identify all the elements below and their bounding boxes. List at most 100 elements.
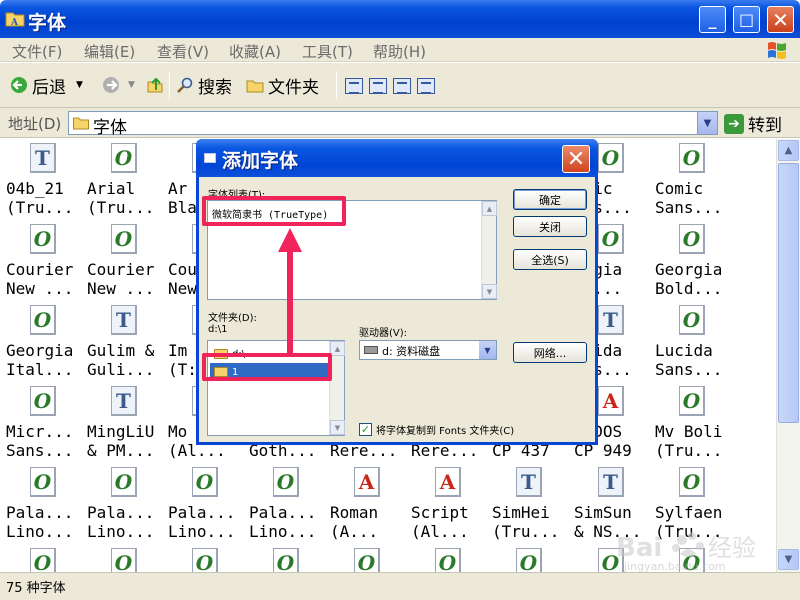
font-file-item[interactable]: O Georgia Bold... xyxy=(655,222,735,302)
svg-text:Bai: Bai xyxy=(616,533,662,563)
menu-view[interactable]: 查看(V) xyxy=(157,41,209,62)
opentype-font-icon: O xyxy=(435,548,461,572)
windows-logo-icon xyxy=(768,42,786,59)
truetype-font-icon: T xyxy=(111,386,137,416)
font-file-item[interactable]: O Courier New ... xyxy=(6,222,86,302)
font-file-item[interactable]: O Pala... Lino... xyxy=(249,465,329,545)
font-file-name-line2: (Tru... xyxy=(87,198,155,217)
back-button[interactable]: 后退 ▼ xyxy=(10,72,83,98)
go-button[interactable]: ➔ 转到 xyxy=(724,111,782,136)
address-value: 字体 xyxy=(93,118,127,138)
menu-edit[interactable]: 编辑(E) xyxy=(84,41,135,62)
font-file-item[interactable]: O Pala... Lino... xyxy=(6,465,86,545)
font-file-item[interactable]: O Lucida Sans... xyxy=(655,303,735,383)
menu-tools[interactable]: 工具(T) xyxy=(302,41,353,62)
font-file-name: Courier xyxy=(6,260,74,279)
back-dropdown-icon[interactable]: ▼ xyxy=(76,80,83,90)
folders-button[interactable]: 文件夹 xyxy=(246,72,319,98)
menu-bar: 文件(F) 编辑(E) 查看(V) 收藏(A) 工具(T) 帮助(H) xyxy=(0,38,800,62)
truetype-font-icon: T xyxy=(598,305,624,335)
font-file-name: Lucida xyxy=(655,341,713,360)
truetype-font-icon: T xyxy=(598,467,624,497)
go-label: 转到 xyxy=(748,116,782,136)
font-file-item[interactable]: O xyxy=(87,546,167,572)
select-all-button[interactable]: 全选(S) xyxy=(513,249,587,270)
details-view-icon[interactable] xyxy=(417,78,435,94)
opentype-font-icon: O xyxy=(30,548,56,572)
similarity-view-icon[interactable] xyxy=(393,78,411,94)
font-file-name: Micr... xyxy=(6,422,74,441)
copy-to-fonts-checkbox[interactable]: ✓ xyxy=(359,423,372,436)
font-file-item[interactable]: T SimHei (Tru... xyxy=(492,465,572,545)
opentype-font-icon: O xyxy=(598,143,624,173)
menu-file[interactable]: 文件(F) xyxy=(12,41,62,62)
drive-icon xyxy=(364,346,378,354)
font-file-item[interactable]: O xyxy=(249,546,329,572)
font-file-item[interactable]: O Pala... Lino... xyxy=(87,465,167,545)
font-file-item[interactable]: O Micr... Sans... xyxy=(6,384,86,464)
menu-favorites[interactable]: 收藏(A) xyxy=(229,41,281,62)
font-file-item[interactable]: A Script (Al... xyxy=(411,465,491,545)
copy-to-fonts-checkbox-row[interactable]: ✓ 将字体复制到 Fonts 文件夹(C) xyxy=(359,422,514,437)
font-file-item[interactable]: O Mv Boli (Tru... xyxy=(655,384,735,464)
font-file-name-line2: (A... xyxy=(330,522,379,541)
forward-button[interactable]: ▼ xyxy=(102,72,135,98)
font-file-item[interactable]: O xyxy=(411,546,491,572)
font-file-name: 04b_21 xyxy=(6,179,64,198)
maximize-button[interactable]: □ xyxy=(733,6,760,33)
font-file-item[interactable]: O Courier New ... xyxy=(87,222,167,302)
chevron-down-icon[interactable]: ▼ xyxy=(479,341,496,359)
font-file-name: Pala... xyxy=(87,503,155,522)
font-file-item[interactable]: O xyxy=(492,546,572,572)
font-file-item[interactable]: T MingLiU & PM... xyxy=(87,384,167,464)
dialog-close-text-button[interactable]: 关闭 xyxy=(513,216,587,237)
font-file-name: MingLiU xyxy=(87,422,155,441)
opentype-font-icon: O xyxy=(679,305,705,335)
minimize-button[interactable]: _ xyxy=(699,6,726,33)
scroll-down-icon[interactable]: ▼ xyxy=(482,284,497,299)
address-input[interactable]: 字体 ▼ xyxy=(68,111,718,138)
scroll-up-icon[interactable]: ▲ xyxy=(330,341,345,356)
font-file-item[interactable]: O Comic Sans... xyxy=(655,141,735,221)
ok-button[interactable]: 确定 xyxy=(513,189,587,210)
raster-font-icon: A xyxy=(354,467,380,497)
font-file-item[interactable]: A Roman (A... xyxy=(330,465,410,545)
address-label: 地址(D) xyxy=(8,115,62,133)
large-icons-view-icon[interactable] xyxy=(345,78,363,94)
font-file-item[interactable]: O Pala... Lino... xyxy=(168,465,248,545)
folders-icon xyxy=(246,80,264,93)
up-folder-button[interactable] xyxy=(146,72,164,98)
close-button[interactable]: ✕ xyxy=(767,6,794,33)
search-button[interactable]: 搜索 xyxy=(176,72,232,98)
font-list-scrollbar[interactable]: ▲ ▼ xyxy=(481,201,497,299)
scroll-up-icon[interactable]: ▲ xyxy=(778,140,799,161)
font-file-item[interactable]: O xyxy=(168,546,248,572)
font-file-item[interactable]: T Gulim & Guli... xyxy=(87,303,167,383)
font-file-name: Gulim & xyxy=(87,341,155,360)
watermark-url: jingyan.baidu.com xyxy=(624,560,726,573)
forward-dropdown-icon[interactable]: ▼ xyxy=(128,80,135,90)
forward-arrow-icon xyxy=(103,77,119,93)
back-arrow-icon xyxy=(11,77,27,93)
dialog-close-button[interactable]: ✕ xyxy=(562,145,590,173)
fonts-folder-icon xyxy=(73,117,89,130)
drive-select[interactable]: d: 资料磁盘 ▼ xyxy=(359,340,497,360)
address-dropdown-icon[interactable]: ▼ xyxy=(697,112,717,134)
status-text: 75 种字体 xyxy=(6,581,66,596)
vertical-scrollbar[interactable]: ▲ ▼ xyxy=(776,139,800,572)
menu-help[interactable]: 帮助(H) xyxy=(373,41,426,62)
scroll-down-icon[interactable]: ▼ xyxy=(330,420,345,435)
truetype-font-icon: T xyxy=(111,305,137,335)
folders-label: 文件夹(D): xyxy=(208,313,257,324)
font-file-item[interactable]: T 04b_21 (Tru... xyxy=(6,141,86,221)
font-file-item[interactable]: O xyxy=(6,546,86,572)
scroll-up-icon[interactable]: ▲ xyxy=(482,201,497,216)
folders-label: 文件夹 xyxy=(268,77,319,98)
font-file-item[interactable]: O Georgia Ital... xyxy=(6,303,86,383)
font-file-name: SimSun xyxy=(574,503,632,522)
list-view-icon[interactable] xyxy=(369,78,387,94)
scroll-thumb[interactable] xyxy=(778,163,799,423)
network-button[interactable]: 网络... xyxy=(513,342,587,363)
font-file-item[interactable]: O Arial (Tru... xyxy=(87,141,167,221)
font-file-item[interactable]: O xyxy=(330,546,410,572)
